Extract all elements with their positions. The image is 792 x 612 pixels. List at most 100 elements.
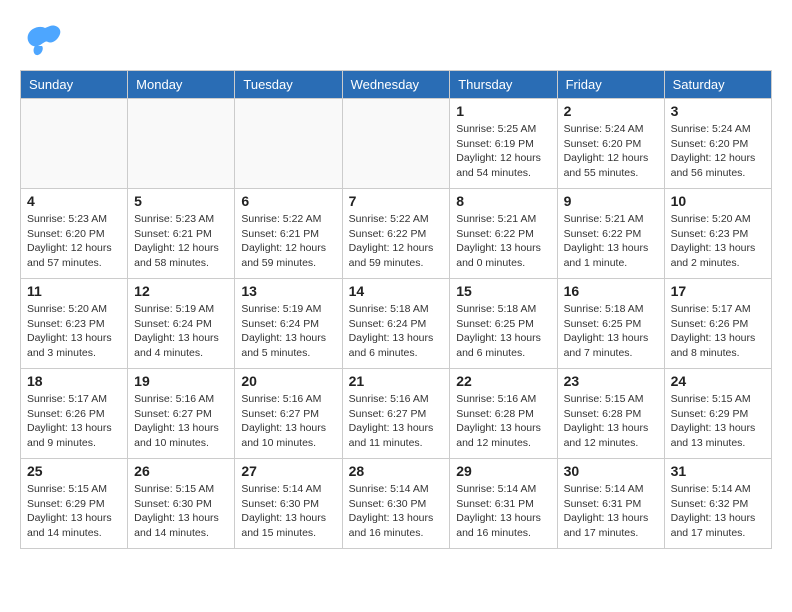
calendar-cell: 13 Sunrise: 5:19 AM Sunset: 6:24 PM Dayli… bbox=[235, 279, 342, 369]
day-info: Sunrise: 5:24 AM Sunset: 6:20 PM Dayligh… bbox=[564, 122, 658, 181]
day-info: Sunrise: 5:21 AM Sunset: 6:22 PM Dayligh… bbox=[564, 212, 658, 271]
day-number: 13 bbox=[241, 283, 335, 299]
calendar-table: SundayMondayTuesdayWednesdayThursdayFrid… bbox=[20, 70, 772, 549]
day-info: Sunrise: 5:16 AM Sunset: 6:28 PM Dayligh… bbox=[456, 392, 550, 451]
day-info: Sunrise: 5:14 AM Sunset: 6:31 PM Dayligh… bbox=[456, 482, 550, 541]
day-number: 25 bbox=[27, 463, 121, 479]
day-number: 16 bbox=[564, 283, 658, 299]
day-number: 4 bbox=[27, 193, 121, 209]
day-info: Sunrise: 5:19 AM Sunset: 6:24 PM Dayligh… bbox=[134, 302, 228, 361]
day-info: Sunrise: 5:23 AM Sunset: 6:21 PM Dayligh… bbox=[134, 212, 228, 271]
weekday-header: Tuesday bbox=[235, 71, 342, 99]
calendar-cell: 7Sunrise: 5:22 AM Sunset: 6:22 PM Daylig… bbox=[342, 189, 450, 279]
day-number: 3 bbox=[671, 103, 765, 119]
calendar-cell: 23 Sunrise: 5:15 AM Sunset: 6:28 PM Dayli… bbox=[557, 369, 664, 459]
day-number: 22 bbox=[456, 373, 550, 389]
day-info: Sunrise: 5:25 AM Sunset: 6:19 PM Dayligh… bbox=[456, 122, 550, 181]
day-info: Sunrise: 5:14 AM Sunset: 6:30 PM Dayligh… bbox=[241, 482, 335, 541]
day-info: Sunrise: 5:22 AM Sunset: 6:21 PM Dayligh… bbox=[241, 212, 335, 271]
day-info: Sunrise: 5:22 AM Sunset: 6:22 PM Dayligh… bbox=[349, 212, 444, 271]
calendar-cell: 21 Sunrise: 5:16 AM Sunset: 6:27 PM Dayli… bbox=[342, 369, 450, 459]
day-number: 18 bbox=[27, 373, 121, 389]
day-number: 5 bbox=[134, 193, 228, 209]
day-number: 15 bbox=[456, 283, 550, 299]
day-number: 10 bbox=[671, 193, 765, 209]
calendar-week-row: 25 Sunrise: 5:15 AM Sunset: 6:29 PM Dayli… bbox=[21, 459, 772, 549]
weekday-header-row: SundayMondayTuesdayWednesdayThursdayFrid… bbox=[21, 71, 772, 99]
day-info: Sunrise: 5:14 AM Sunset: 6:30 PM Dayligh… bbox=[349, 482, 444, 541]
day-number: 21 bbox=[349, 373, 444, 389]
day-info: Sunrise: 5:18 AM Sunset: 6:25 PM Dayligh… bbox=[456, 302, 550, 361]
weekday-header: Thursday bbox=[450, 71, 557, 99]
day-info: Sunrise: 5:15 AM Sunset: 6:29 PM Dayligh… bbox=[671, 392, 765, 451]
calendar-cell: 5 Sunrise: 5:23 AM Sunset: 6:21 PM Daylig… bbox=[128, 189, 235, 279]
calendar-cell: 19 Sunrise: 5:16 AM Sunset: 6:27 PM Dayli… bbox=[128, 369, 235, 459]
day-info: Sunrise: 5:14 AM Sunset: 6:32 PM Dayligh… bbox=[671, 482, 765, 541]
calendar-week-row: 11Sunrise: 5:20 AM Sunset: 6:23 PM Dayli… bbox=[21, 279, 772, 369]
day-info: Sunrise: 5:20 AM Sunset: 6:23 PM Dayligh… bbox=[27, 302, 121, 361]
calendar-cell: 16 Sunrise: 5:18 AM Sunset: 6:25 PM Dayli… bbox=[557, 279, 664, 369]
day-number: 9 bbox=[564, 193, 658, 209]
day-number: 8 bbox=[456, 193, 550, 209]
calendar-week-row: 4 Sunrise: 5:23 AM Sunset: 6:20 PM Daylig… bbox=[21, 189, 772, 279]
day-info: Sunrise: 5:17 AM Sunset: 6:26 PM Dayligh… bbox=[671, 302, 765, 361]
calendar-cell bbox=[235, 99, 342, 189]
calendar-cell: 20 Sunrise: 5:16 AM Sunset: 6:27 PM Dayli… bbox=[235, 369, 342, 459]
weekday-header: Monday bbox=[128, 71, 235, 99]
calendar-cell: 28 Sunrise: 5:14 AM Sunset: 6:30 PM Dayli… bbox=[342, 459, 450, 549]
calendar-cell: 17 Sunrise: 5:17 AM Sunset: 6:26 PM Dayli… bbox=[664, 279, 771, 369]
day-number: 23 bbox=[564, 373, 658, 389]
calendar-cell: 2 Sunrise: 5:24 AM Sunset: 6:20 PM Daylig… bbox=[557, 99, 664, 189]
day-info: Sunrise: 5:23 AM Sunset: 6:20 PM Dayligh… bbox=[27, 212, 121, 271]
calendar-cell: 15 Sunrise: 5:18 AM Sunset: 6:25 PM Dayli… bbox=[450, 279, 557, 369]
calendar-cell: 3Sunrise: 5:24 AM Sunset: 6:20 PM Daylig… bbox=[664, 99, 771, 189]
calendar-cell: 4 Sunrise: 5:23 AM Sunset: 6:20 PM Daylig… bbox=[21, 189, 128, 279]
day-number: 14 bbox=[349, 283, 444, 299]
day-number: 1 bbox=[456, 103, 550, 119]
day-number: 20 bbox=[241, 373, 335, 389]
calendar-cell: 9 Sunrise: 5:21 AM Sunset: 6:22 PM Daylig… bbox=[557, 189, 664, 279]
page-header bbox=[20, 20, 772, 60]
calendar-cell: 14 Sunrise: 5:18 AM Sunset: 6:24 PM Dayli… bbox=[342, 279, 450, 369]
day-info: Sunrise: 5:20 AM Sunset: 6:23 PM Dayligh… bbox=[671, 212, 765, 271]
calendar-cell: 30Sunrise: 5:14 AM Sunset: 6:31 PM Dayli… bbox=[557, 459, 664, 549]
calendar-cell: 8Sunrise: 5:21 AM Sunset: 6:22 PM Daylig… bbox=[450, 189, 557, 279]
calendar-cell: 6 Sunrise: 5:22 AM Sunset: 6:21 PM Daylig… bbox=[235, 189, 342, 279]
day-number: 19 bbox=[134, 373, 228, 389]
calendar-cell: 26 Sunrise: 5:15 AM Sunset: 6:30 PM Dayli… bbox=[128, 459, 235, 549]
calendar-cell: 29 Sunrise: 5:14 AM Sunset: 6:31 PM Dayli… bbox=[450, 459, 557, 549]
calendar-cell: 31 Sunrise: 5:14 AM Sunset: 6:32 PM Dayli… bbox=[664, 459, 771, 549]
day-number: 31 bbox=[671, 463, 765, 479]
calendar-cell: 11Sunrise: 5:20 AM Sunset: 6:23 PM Dayli… bbox=[21, 279, 128, 369]
day-number: 6 bbox=[241, 193, 335, 209]
day-number: 28 bbox=[349, 463, 444, 479]
day-info: Sunrise: 5:19 AM Sunset: 6:24 PM Dayligh… bbox=[241, 302, 335, 361]
day-number: 30 bbox=[564, 463, 658, 479]
day-info: Sunrise: 5:16 AM Sunset: 6:27 PM Dayligh… bbox=[349, 392, 444, 451]
day-info: Sunrise: 5:15 AM Sunset: 6:30 PM Dayligh… bbox=[134, 482, 228, 541]
calendar-cell: 18Sunrise: 5:17 AM Sunset: 6:26 PM Dayli… bbox=[21, 369, 128, 459]
calendar-cell: 1 Sunrise: 5:25 AM Sunset: 6:19 PM Daylig… bbox=[450, 99, 557, 189]
day-info: Sunrise: 5:18 AM Sunset: 6:25 PM Dayligh… bbox=[564, 302, 658, 361]
calendar-cell bbox=[342, 99, 450, 189]
day-number: 17 bbox=[671, 283, 765, 299]
day-info: Sunrise: 5:18 AM Sunset: 6:24 PM Dayligh… bbox=[349, 302, 444, 361]
calendar-cell: 12 Sunrise: 5:19 AM Sunset: 6:24 PM Dayli… bbox=[128, 279, 235, 369]
calendar-cell bbox=[128, 99, 235, 189]
weekday-header: Friday bbox=[557, 71, 664, 99]
calendar-cell: 22 Sunrise: 5:16 AM Sunset: 6:28 PM Dayli… bbox=[450, 369, 557, 459]
calendar-cell: 24Sunrise: 5:15 AM Sunset: 6:29 PM Dayli… bbox=[664, 369, 771, 459]
day-number: 12 bbox=[134, 283, 228, 299]
day-number: 2 bbox=[564, 103, 658, 119]
day-info: Sunrise: 5:16 AM Sunset: 6:27 PM Dayligh… bbox=[241, 392, 335, 451]
calendar-cell: 25 Sunrise: 5:15 AM Sunset: 6:29 PM Dayli… bbox=[21, 459, 128, 549]
day-info: Sunrise: 5:16 AM Sunset: 6:27 PM Dayligh… bbox=[134, 392, 228, 451]
day-number: 26 bbox=[134, 463, 228, 479]
day-info: Sunrise: 5:15 AM Sunset: 6:29 PM Dayligh… bbox=[27, 482, 121, 541]
weekday-header: Wednesday bbox=[342, 71, 450, 99]
calendar-cell: 27 Sunrise: 5:14 AM Sunset: 6:30 PM Dayli… bbox=[235, 459, 342, 549]
calendar-cell: 10 Sunrise: 5:20 AM Sunset: 6:23 PM Dayli… bbox=[664, 189, 771, 279]
day-number: 29 bbox=[456, 463, 550, 479]
day-info: Sunrise: 5:15 AM Sunset: 6:28 PM Dayligh… bbox=[564, 392, 658, 451]
day-number: 27 bbox=[241, 463, 335, 479]
